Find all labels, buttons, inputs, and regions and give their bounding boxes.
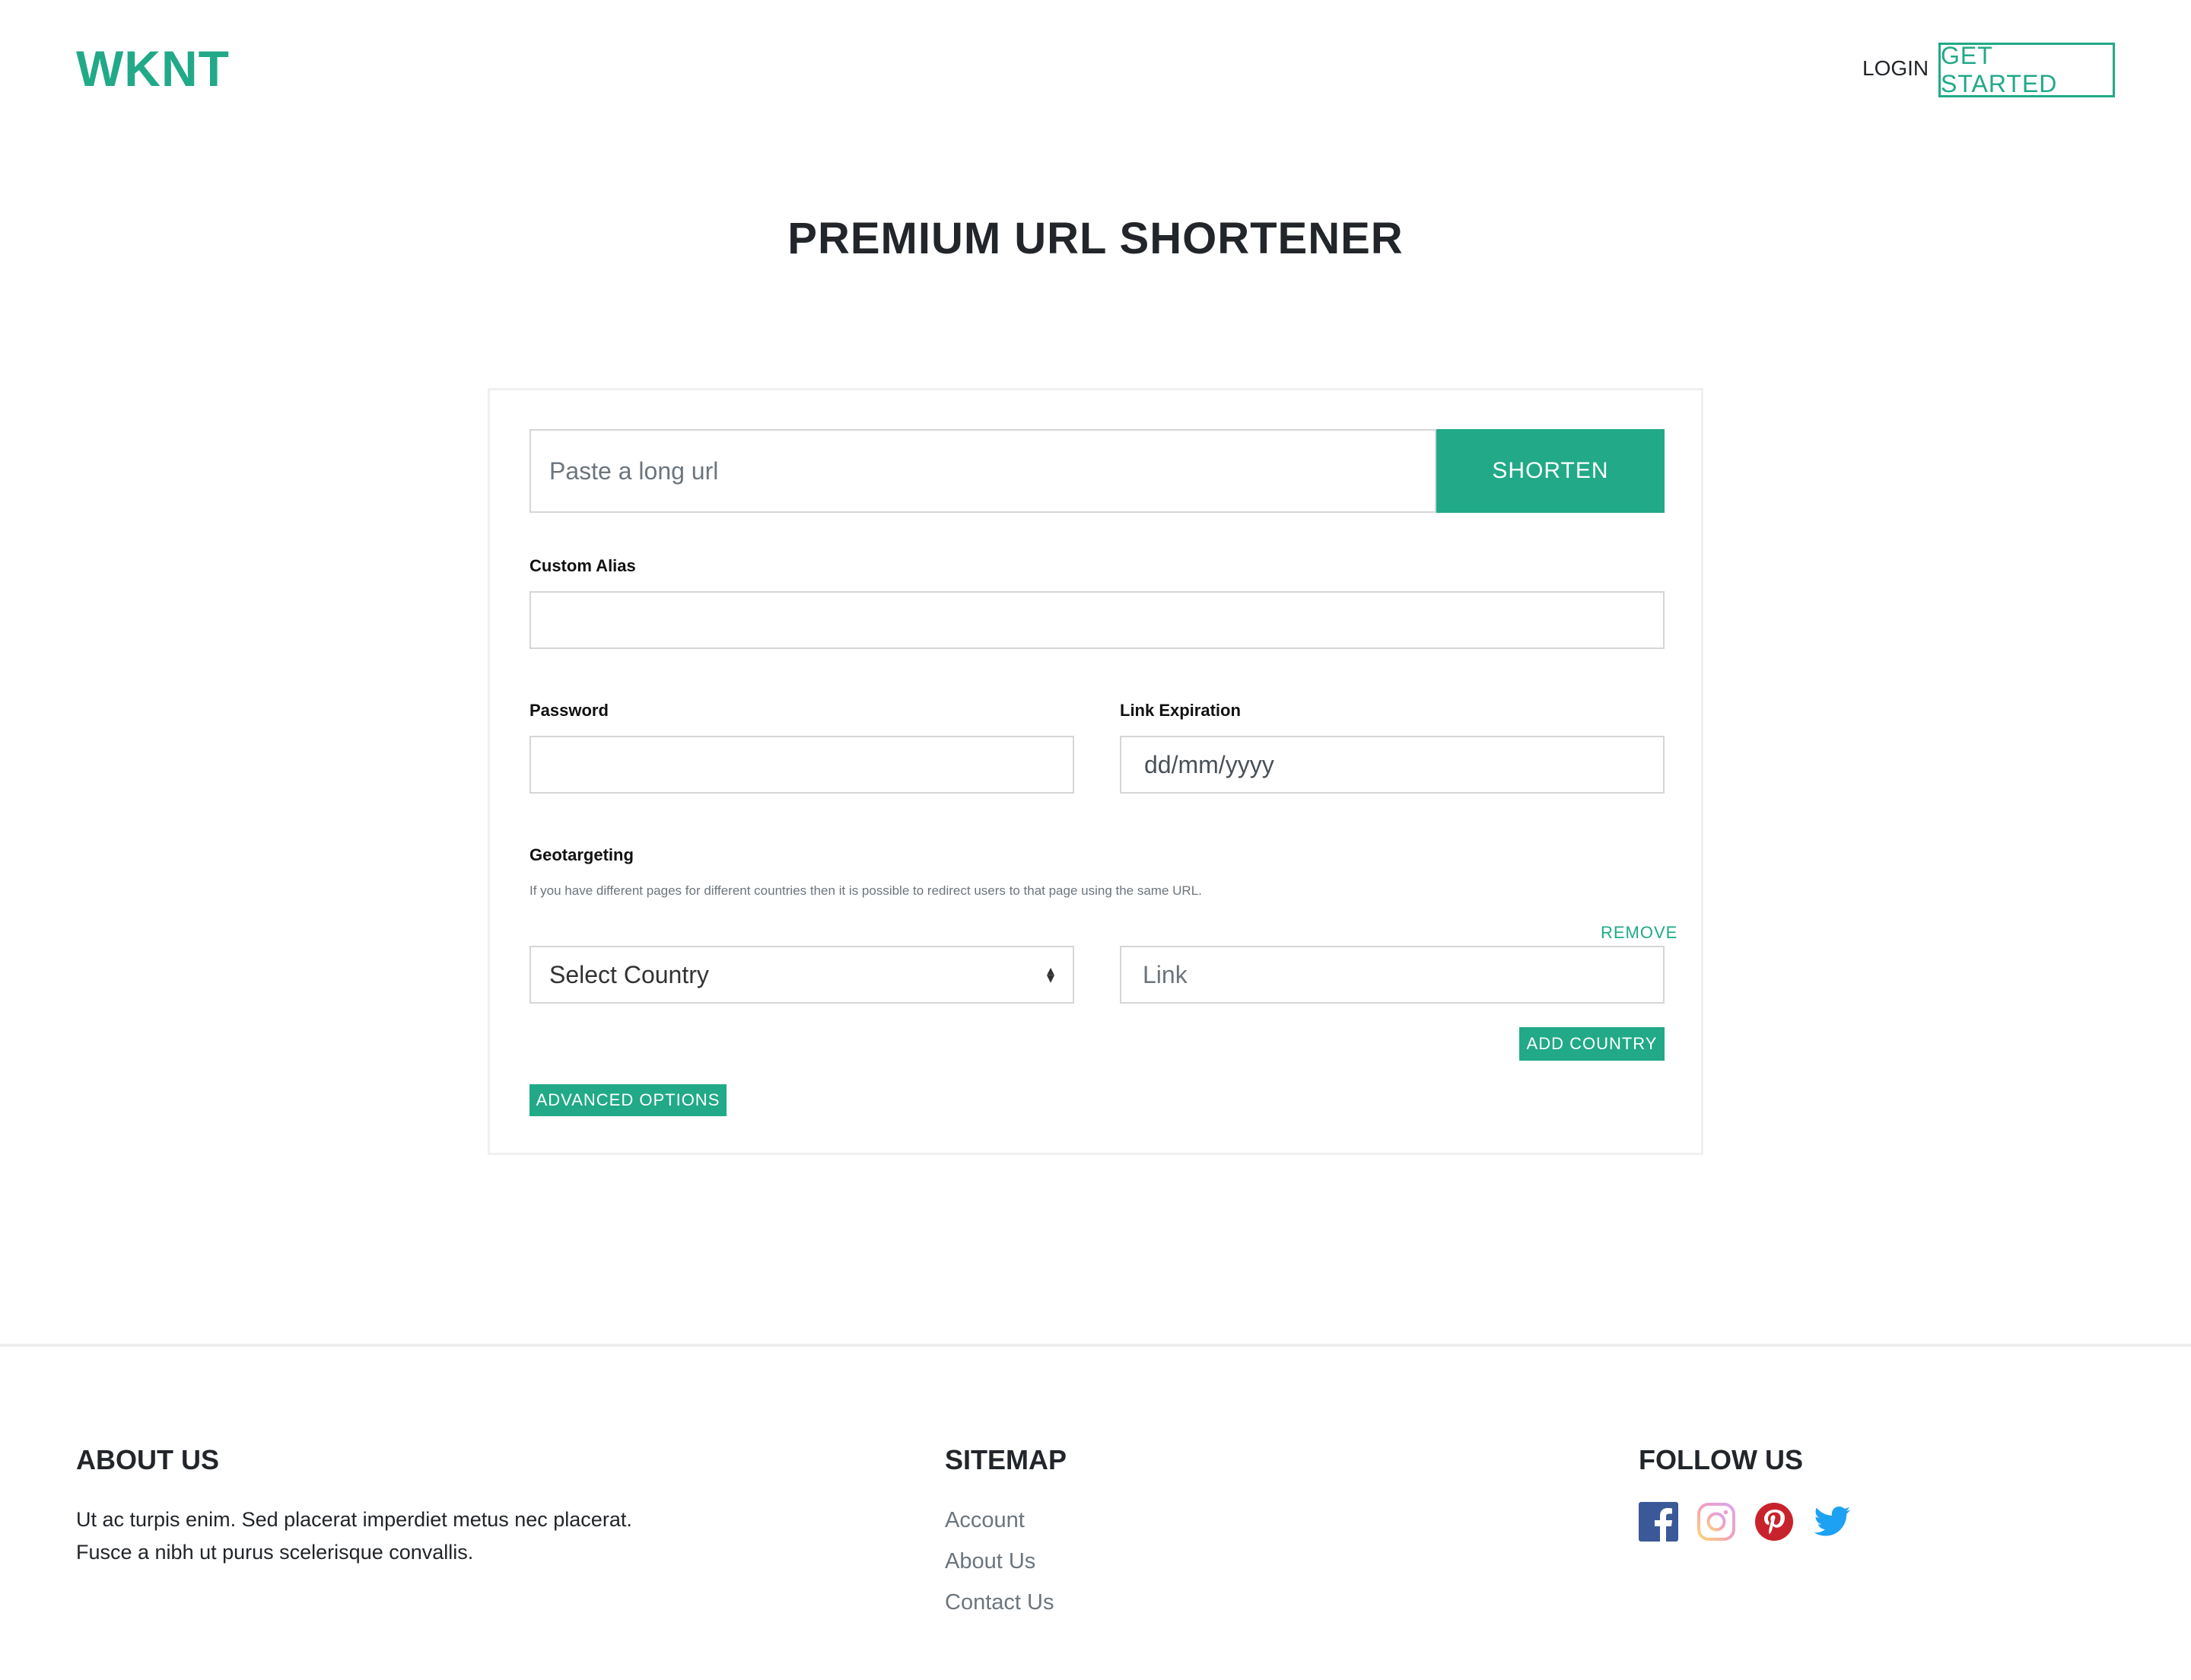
geo-link-placeholder: Link [1143,960,1188,988]
get-started-button[interactable]: GET STARTED [1938,42,2115,97]
instagram-icon[interactable] [1697,1502,1736,1542]
country-select-value: Select Country [549,960,709,988]
geotargeting-label: Geotargeting [529,845,634,864]
custom-alias-label: Custom Alias [529,556,636,575]
about-us-text: Ut ac turpis enim. Sed placerat imperdie… [76,1503,654,1569]
twitter-icon[interactable] [1812,1502,1852,1542]
remove-link[interactable]: REMOVE [1601,923,1677,943]
sitemap-link-account[interactable]: Account [945,1508,1025,1533]
shortener-card: Paste a long url SHORTEN Custom Alias Pa… [488,388,1703,1155]
sitemap-link-about-us[interactable]: About Us [945,1549,1035,1574]
password-input[interactable] [529,736,1074,794]
about-us-text-line-2: Fusce a nibh ut purus scelerisque conval… [76,1541,474,1564]
select-arrows-icon: ▴ ▾ [1046,963,1054,987]
link-expiration-label: Link Expiration [1120,701,1241,720]
about-us-text-line-1: Ut ac turpis enim. Sed placerat imperdie… [76,1508,632,1531]
long-url-input[interactable]: Paste a long url [529,429,1436,513]
long-url-placeholder: Paste a long url [549,457,719,485]
geo-link-input[interactable]: Link [1120,946,1665,1004]
logo[interactable]: WKNT [76,40,230,97]
shorten-button[interactable]: SHORTEN [1436,429,1665,513]
pinterest-icon[interactable] [1754,1502,1794,1542]
date-placeholder: dd/mm/yyyy [1144,750,1274,778]
page-title: PREMIUM URL SHORTENER [787,214,1404,263]
geotargeting-help-text: If you have different pages for differen… [529,883,1202,898]
facebook-icon[interactable] [1639,1502,1678,1542]
sitemap-link-contact-us[interactable]: Contact Us [945,1590,1054,1615]
add-country-button[interactable]: ADD COUNTRY [1519,1027,1665,1061]
custom-alias-input[interactable] [529,591,1665,649]
password-label: Password [529,701,609,720]
about-us-heading: ABOUT US [76,1444,219,1475]
follow-us-heading: FOLLOW US [1639,1444,1803,1475]
country-select[interactable]: Select Country ▴ ▾ [529,946,1074,1004]
login-link[interactable]: LOGIN [1862,56,1929,81]
footer-divider [0,1344,2191,1347]
advanced-options-button[interactable]: ADVANCED OPTIONS [529,1084,727,1116]
link-expiration-input[interactable]: dd/mm/yyyy [1120,736,1665,794]
sitemap-heading: SITEMAP [945,1444,1067,1475]
header: WKNT LOGIN GET STARTED [0,0,2191,137]
